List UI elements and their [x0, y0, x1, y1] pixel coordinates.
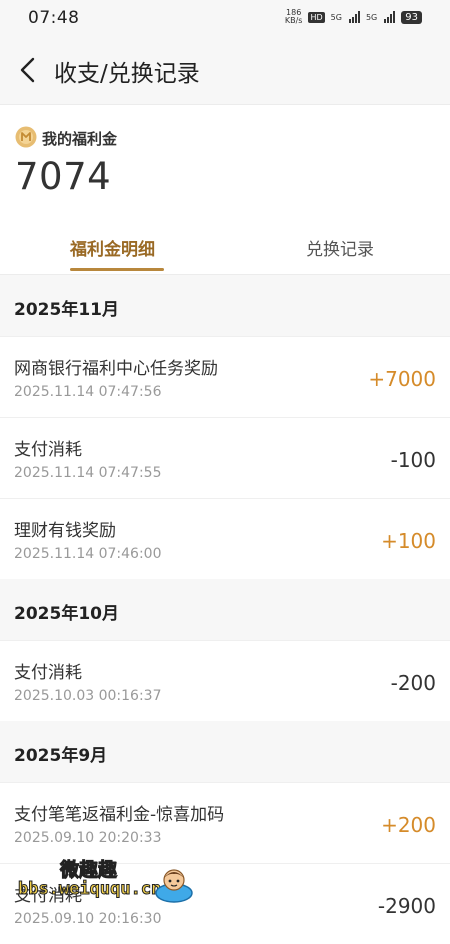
record-time: 2025.11.14 07:46:00: [14, 546, 162, 562]
network-speed: 186 KB/s: [285, 9, 303, 25]
status-time: 07:48: [28, 8, 80, 28]
balance-card: 我的福利金 7074 福利金明细 兑换记录: [0, 105, 450, 273]
signal-icon: [348, 11, 360, 23]
battery-icon: 93: [401, 10, 422, 24]
record-amount: -100: [390, 448, 436, 472]
record-time: 2025.11.14 07:47:55: [14, 465, 162, 481]
balance-value: 7074: [15, 155, 112, 198]
record-row[interactable]: 支付消耗 2025.10.03 00:16:37 -200: [0, 640, 450, 721]
month-header: 2025年11月: [14, 300, 119, 320]
record-time: 2025.09.10 20:20:33: [14, 830, 162, 846]
record-time: 2025.11.14 07:47:56: [14, 384, 162, 400]
record-title: 支付笔笔返福利金-惊喜加码: [14, 805, 225, 825]
header: 收支/兑换记录: [0, 38, 450, 105]
active-tab-indicator: [70, 268, 164, 271]
record-time: 2025.10.03 00:16:37: [14, 688, 162, 704]
tab-exchange-records[interactable]: 兑换记录: [306, 235, 374, 260]
month-header: 2025年9月: [14, 746, 108, 766]
network-type-2: 5G: [365, 12, 378, 22]
coin-icon: [15, 126, 37, 148]
hd-icon: HD: [308, 11, 325, 23]
site-watermark: 微趣趣 bbs.weiququ.cn: [17, 855, 198, 915]
record-amount: +100: [381, 529, 436, 553]
signal-icon-2: [384, 11, 396, 23]
balance-label: 我的福利金: [42, 130, 118, 148]
watermark-url: bbs.weiququ.cn: [17, 879, 162, 900]
network-type-1: 5G: [330, 12, 342, 22]
record-row[interactable]: 理财有钱奖励 2025.11.14 07:46:00 +100: [0, 498, 450, 579]
status-bar: 07:48 186 KB/s HD 5G 5G 93: [0, 0, 450, 38]
record-title: 网商银行福利中心任务奖励: [14, 359, 218, 379]
status-icons: 186 KB/s HD 5G 5G 93: [285, 9, 422, 25]
record-title: 理财有钱奖励: [14, 521, 116, 541]
record-amount: +200: [381, 813, 436, 837]
watermark-title: 微趣趣: [59, 859, 118, 882]
record-row[interactable]: 支付消耗 2025.11.14 07:47:55 -100: [0, 417, 450, 498]
record-amount: +7000: [368, 367, 436, 391]
record-row[interactable]: 网商银行福利中心任务奖励 2025.11.14 07:47:56 +7000: [0, 336, 450, 417]
record-amount: -200: [390, 671, 436, 695]
record-row[interactable]: 支付笔笔返福利金-惊喜加码 2025.09.10 20:20:33 +200: [0, 782, 450, 863]
record-title: 支付消耗: [14, 440, 82, 460]
mascot-icon: [155, 869, 193, 903]
month-header: 2025年10月: [14, 604, 119, 624]
record-amount: -2900: [377, 894, 436, 918]
network-speed-unit: KB/s: [284, 16, 303, 25]
back-arrow-icon[interactable]: [16, 55, 42, 85]
record-title: 支付消耗: [14, 663, 82, 683]
records-list[interactable]: 2025年11月 网商银行福利中心任务奖励 2025.11.14 07:47:5…: [0, 274, 450, 944]
page-title: 收支/兑换记录: [54, 61, 200, 87]
tab-welfare-detail[interactable]: 福利金明细: [70, 235, 155, 260]
